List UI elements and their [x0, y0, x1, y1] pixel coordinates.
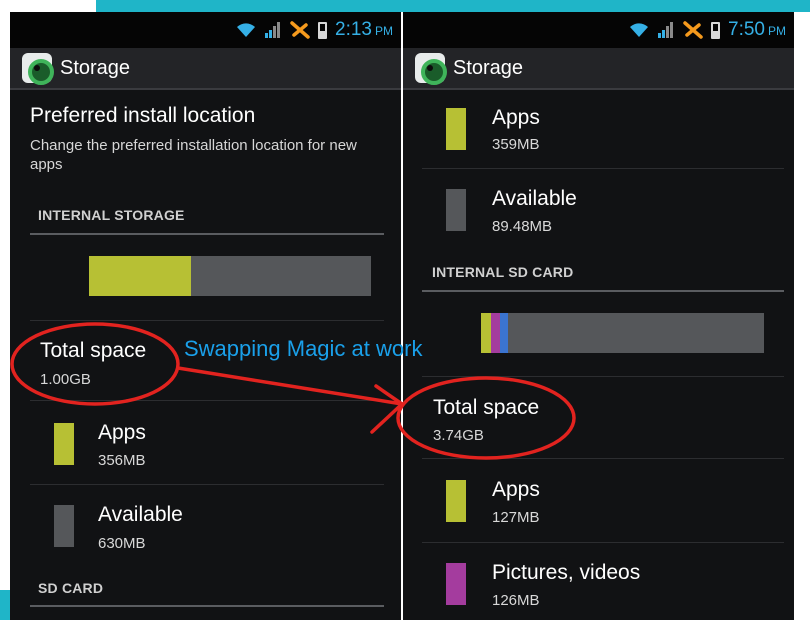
list-divider — [422, 168, 784, 169]
frame-teal-corner — [0, 590, 10, 620]
action-bar-title: Storage — [60, 56, 131, 79]
list-divider — [30, 320, 384, 321]
battery-icon — [318, 21, 328, 39]
internal-sd-card-header: INTERNAL SD CARD — [432, 264, 574, 280]
apps-title: Apps — [98, 421, 146, 444]
pictures-videos-color-swatch — [446, 563, 466, 605]
status-time: 2:13 PM — [335, 19, 393, 40]
apps-color-swatch — [446, 108, 466, 150]
action-bar-title: Storage — [453, 56, 524, 79]
action-bar: Storage — [10, 48, 401, 90]
apps-color-swatch — [54, 423, 74, 465]
available-color-swatch — [54, 505, 74, 547]
preferred-install-title: Preferred install location — [30, 104, 256, 127]
apps-value: 127MB — [492, 509, 540, 526]
available-color-swatch — [446, 189, 466, 231]
frame-teal-top-strip — [96, 0, 810, 12]
status-bar: 2:13 PM — [10, 12, 401, 48]
available-value: 89.48MB — [492, 218, 553, 235]
total-space-value: 1.00GB — [40, 371, 91, 388]
wifi-icon — [630, 23, 649, 37]
settings-gear-icon[interactable] — [22, 53, 54, 85]
list-divider — [422, 542, 784, 543]
section-divider — [422, 290, 784, 292]
list-divider — [422, 376, 784, 377]
airplane-icon — [683, 21, 703, 39]
internal-storage-usage-bar — [89, 256, 371, 296]
list-divider — [30, 400, 384, 401]
usage-segment-available — [190, 256, 371, 296]
total-space-title: Total space — [40, 339, 147, 362]
usage-segment-apps — [481, 313, 491, 353]
internal-sd-card-usage-bar — [481, 313, 764, 353]
apps-value: 356MB — [98, 452, 146, 469]
list-divider — [30, 484, 384, 485]
usage-segment-other — [500, 313, 508, 353]
wifi-icon — [237, 23, 256, 37]
annotation-text: Swapping Magic at work — [184, 336, 423, 361]
available-title: Available — [492, 187, 577, 210]
signal-icon — [265, 22, 281, 38]
section-divider — [30, 233, 384, 235]
status-time: 7:50 PM — [728, 19, 786, 40]
airplane-icon — [290, 21, 310, 39]
preferred-install-subtitle: Change the preferred installation locati… — [30, 137, 357, 173]
available-value: 630MB — [98, 535, 146, 552]
total-space-value: 3.74GB — [433, 427, 484, 444]
apps-color-swatch — [446, 480, 466, 522]
section-divider — [30, 605, 384, 607]
usage-segment-apps — [89, 256, 191, 296]
list-divider — [422, 458, 784, 459]
available-title: Available — [98, 503, 183, 526]
pictures-videos-value: 126MB — [492, 592, 540, 609]
apps-title: Apps — [492, 106, 540, 129]
status-bar: 7:50 PM — [403, 12, 794, 48]
signal-icon — [658, 22, 674, 38]
settings-gear-icon[interactable] — [415, 53, 447, 85]
battery-icon — [711, 21, 721, 39]
internal-storage-header: INTERNAL STORAGE — [38, 207, 185, 223]
action-bar: Storage — [403, 48, 794, 90]
usage-segment-pictures-videos — [490, 313, 501, 353]
usage-segment-available — [507, 313, 764, 353]
apps-title: Apps — [492, 478, 540, 501]
pictures-videos-title: Pictures, videos — [492, 561, 641, 584]
sd-card-header: SD CARD — [38, 580, 104, 596]
apps-value: 359MB — [492, 136, 540, 153]
total-space-title: Total space — [433, 396, 540, 419]
